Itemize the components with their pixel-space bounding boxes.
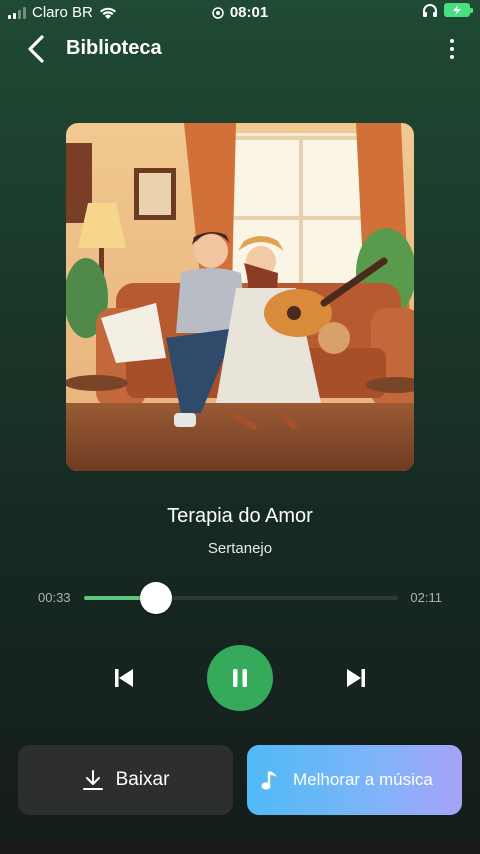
previous-button[interactable] — [110, 664, 138, 692]
download-label: Baixar — [115, 769, 170, 790]
status-right — [422, 3, 473, 17]
more-dot — [450, 47, 454, 51]
wifi-icon — [99, 7, 116, 19]
skip-next-icon — [347, 669, 365, 687]
current-time: 00:33 — [38, 590, 71, 605]
download-icon — [82, 770, 103, 790]
back-button[interactable] — [26, 34, 50, 64]
skip-previous-icon — [115, 669, 133, 687]
more-dot — [450, 55, 454, 59]
status-bar: Claro BR 08:01 — [0, 0, 480, 26]
pause-button[interactable] — [207, 645, 273, 711]
more-options-button[interactable] — [446, 36, 458, 62]
status-time: 08:01 — [229, 4, 269, 21]
status-left: Claro BR — [8, 4, 117, 21]
download-button[interactable]: Baixar — [18, 745, 233, 815]
next-button[interactable] — [342, 664, 370, 692]
alarm-icon — [212, 6, 224, 19]
battery-icon — [444, 3, 473, 17]
track-title: Terapia do Amor — [167, 505, 313, 527]
progress-slider[interactable] — [84, 582, 398, 614]
progress-thumb[interactable] — [140, 582, 173, 614]
more-dot — [450, 39, 454, 43]
header: Biblioteca — [0, 32, 480, 66]
enhance-label: Melhorar a música — [293, 770, 433, 789]
total-time: 02:11 — [410, 590, 442, 605]
pause-icon — [233, 669, 247, 687]
chevron-left-icon — [28, 35, 44, 63]
track-genre: Sertanejo — [207, 540, 273, 557]
music-note-icon — [261, 771, 277, 790]
bottom-bar — [0, 838, 480, 854]
album-artwork — [66, 123, 414, 471]
headphones-icon — [423, 4, 437, 17]
enhance-music-button[interactable]: Melhorar a música — [247, 745, 462, 815]
carrier-label: Claro BR — [32, 4, 93, 21]
signal-icon — [8, 6, 26, 19]
page-title: Biblioteca — [66, 37, 162, 59]
